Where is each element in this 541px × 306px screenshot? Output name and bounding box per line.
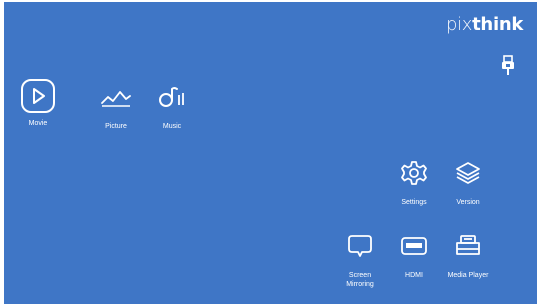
app-music-label: Music [162,123,182,130]
app-hdmi-label: HDMI [405,272,423,279]
brand-logo-part1: pix [445,14,473,35]
music-note-icon [153,78,191,116]
app-hdmi[interactable]: HDMI [384,227,444,280]
brand-logo: pixthink [446,14,523,35]
app-settings[interactable]: Settings [384,154,444,207]
app-media-player-label: Media Player [447,272,489,279]
app-version-label: Version [456,199,480,206]
app-picture-label: Picture [105,123,127,130]
app-music[interactable]: Music [142,78,202,131]
app-screen-mirroring[interactable]: Screen Mirroring [330,227,390,289]
app-picture[interactable]: Picture [86,78,146,131]
media-player-icon [449,227,487,265]
app-settings-label: Settings [401,199,427,206]
layers-icon [449,154,487,192]
hdmi-icon [395,227,433,265]
play-circle-icon [21,79,55,113]
app-movie[interactable]: Movie [8,79,68,128]
home-screen: pixthink Movie Picture Music Settings Ve… [4,2,537,304]
screen-mirroring-icon [341,227,379,265]
app-media-player[interactable]: Media Player [438,227,498,280]
gear-icon [395,154,433,192]
brand-logo-part2: think [472,14,523,35]
picture-wave-icon [97,78,135,116]
app-version[interactable]: Version [438,154,498,207]
app-screen-mirroring-label: Screen Mirroring [346,272,374,288]
usb-icon [502,55,514,75]
app-movie-label: Movie [28,120,48,127]
